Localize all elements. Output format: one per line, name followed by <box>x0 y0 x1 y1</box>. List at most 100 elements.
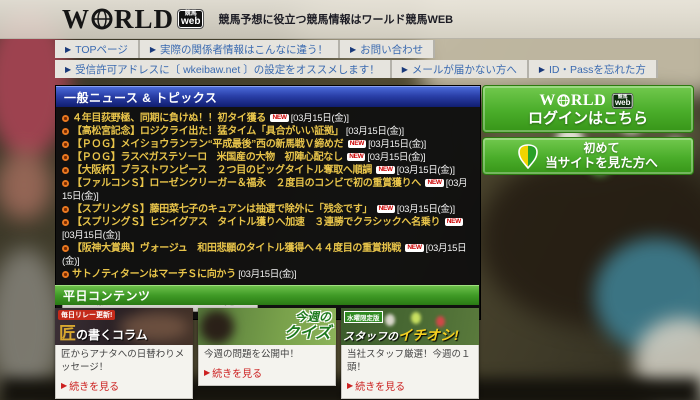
news-link[interactable]: 【ＰＯＧ】ラスベガステソーロ 米国産の大物 初陣心配なし <box>72 152 343 163</box>
keiba-web-badge: 競馬 web <box>177 9 204 29</box>
arrow-icon: ▶ <box>65 45 71 54</box>
weekday-cards: 毎日リレー更新! 匠の書くコラム 匠からアナタへの日替わりメッセージ！ ▶ 続き… <box>55 308 479 399</box>
card-body: 匠からアナタへの日替わりメッセージ！ ▶ 続きを見る <box>55 345 193 399</box>
arrow-icon: ▶ <box>150 45 156 54</box>
site-logo[interactable]: W RLD 競馬 web <box>62 6 204 33</box>
arrow-icon: ▶ <box>65 65 71 74</box>
weekday-section-header: 平日コンテンツ <box>55 285 479 305</box>
read-more-label: 続きを見る <box>355 378 405 393</box>
arrow-icon: ▶ <box>204 368 210 377</box>
bullet-icon <box>62 115 69 122</box>
nav-item-allow-address[interactable]: ▶ 受信許可アドレスに〔 wkeibaw.net 〕の設定をオススメします！ <box>55 60 392 78</box>
news-item: 【ＰＯＧ】ラスベガステソーロ 米国産の大物 初陣心配なし NEW[03月15日(… <box>62 151 473 164</box>
takumi-column-banner-image[interactable]: 毎日リレー更新! 匠の書くコラム <box>55 308 193 345</box>
news-panel-header: 一般ニュース & トピックス <box>56 86 480 107</box>
bullet-icon <box>62 180 69 187</box>
nav-label: メールが届かない方へ <box>412 62 517 77</box>
card-description: 今週の問題を公開中！ <box>204 349 330 362</box>
beginner-label: 初めて 当サイトを見た方へ <box>545 142 658 170</box>
card-body: 今週の問題を公開中！ ▶ 続きを見る <box>198 345 336 386</box>
nav-item-forgot-idpass[interactable]: ▶ ID・Passを忘れた方 <box>529 60 658 78</box>
page: W RLD 競馬 web 競馬予想に役立つ競馬情報はワールド競馬WEB ▶ TO… <box>0 0 700 400</box>
login-button[interactable]: W RLD 競馬 web ログインはこちら <box>482 85 694 133</box>
news-date: [03月15日(金)] <box>62 230 120 241</box>
bullet-icon <box>62 271 69 278</box>
bullet-icon <box>62 128 69 135</box>
globe-icon <box>91 8 113 30</box>
arrow-icon: ▶ <box>350 45 356 54</box>
arrow-icon: ▶ <box>347 381 353 390</box>
news-link[interactable]: 【スプリングＳ】ヒシイグアス タイトル獲りへ加速 ３連勝でクラシックへ名乗り <box>72 217 440 228</box>
keiba-web-badge: 競馬 web <box>612 93 634 109</box>
new-icon: NEW <box>405 244 423 252</box>
card-description: 当社スタッフ厳選！今週の１頭！ <box>347 349 473 375</box>
nav-item-mail-trouble[interactable]: ▶ メールが届かない方へ <box>392 60 529 78</box>
bullet-icon <box>62 219 69 226</box>
new-icon: NEW <box>425 179 443 187</box>
news-link[interactable]: 【大阪杯】ブラストワンピース ２つ目のビッグタイトル奪取へ順調 <box>72 165 372 176</box>
beginner-mark-icon <box>518 144 538 169</box>
news-date: [03月15日(金)] <box>368 139 426 150</box>
bullet-icon <box>62 245 69 252</box>
wednesday-only-badge: 水曜限定版 <box>344 311 383 323</box>
card-weekly-quiz[interactable]: 今週の クイズ 今週の問題を公開中！ ▶ 続きを見る <box>198 308 336 386</box>
globe-icon <box>557 94 570 107</box>
new-icon: NEW <box>347 153 365 161</box>
nav-primary: ▶ TOPページ ▶ 実際の関係者情報はこんなに違う！ ▶ お問い合わせ <box>55 40 435 58</box>
news-link[interactable]: 【阪神大賞典】ヴォージュ 和田悲願のタイトル獲得へ４４度目の重賞挑戦 <box>72 243 401 254</box>
news-date: [03月15日(金)] <box>291 113 349 124</box>
news-list: ４年目荻野極、同期に負けぬ！！初タイ獲る NEW[03月15日(金)] 【高松宮… <box>56 107 480 284</box>
staff-pick-banner-image[interactable]: 水曜限定版 スタッフのイチオシ! <box>341 308 479 345</box>
new-icon: NEW <box>348 140 366 148</box>
nav-label: 実際の関係者情報はこんなに違う！ <box>160 42 328 57</box>
nav-item-insider-info[interactable]: ▶ 実際の関係者情報はこんなに違う！ <box>140 40 340 58</box>
takumi-banner-title: 匠の書くコラム <box>59 319 148 344</box>
news-link[interactable]: ４年目荻野極、同期に負けぬ！！初タイ獲る <box>72 113 266 124</box>
read-more-link[interactable]: ▶ 続きを見る <box>61 378 187 393</box>
read-more-label: 続きを見る <box>212 365 262 380</box>
news-date: [03月15日(金)] <box>238 269 296 280</box>
new-icon: NEW <box>270 114 288 122</box>
logo-text-w: W <box>539 93 556 109</box>
news-link[interactable]: 【スプリングＳ】藤田菜七子のキュアンは抽選で除外に「残念です」 <box>72 204 372 215</box>
arrow-icon: ▶ <box>402 65 408 74</box>
quiz-banner-image[interactable]: 今週の クイズ <box>198 308 336 345</box>
read-more-link[interactable]: ▶ 続きを見る <box>347 378 473 393</box>
bullet-icon <box>62 141 69 148</box>
card-body: 当社スタッフ厳選！今週の１頭！ ▶ 続きを見る <box>341 345 479 399</box>
news-date: [03月15日(金)] <box>397 165 455 176</box>
bullet-icon <box>62 167 69 174</box>
read-more-label: 続きを見る <box>69 378 119 393</box>
logo-text-rld: RLD <box>571 93 606 109</box>
news-link[interactable]: 【高松宮記念】ロジクライ出た！猛タイム「具合がいい証拠」 <box>72 126 343 137</box>
news-date: [03月15日(金)] <box>367 152 425 163</box>
news-link[interactable]: サトノティターンはマーチＳに向かう <box>72 269 236 280</box>
news-link[interactable]: 【ＰＯＧ】メイショウランラン“平成最後”西の新馬戦Ｖ締めだ <box>72 139 343 150</box>
news-item: 【高松宮記念】ロジクライ出た！猛タイム「具合がいい証拠」 [03月15日(金)] <box>62 125 473 138</box>
news-date: [03月15日(金)] <box>397 204 455 215</box>
card-description: 匠からアナタへの日替わりメッセージ！ <box>61 349 187 375</box>
weekday-section-title: 平日コンテンツ <box>63 287 151 304</box>
news-item: 【スプリングＳ】藤田菜七子のキュアンは抽選で除外に「残念です」 NEW[03月1… <box>62 203 473 216</box>
news-link[interactable]: 【ファルコンＳ】ローゼンクリーガー＆福永 ２度目のコンビで初の重賞獲りへ <box>72 178 421 189</box>
news-item: サトノティターンはマーチＳに向かう [03月15日(金)] <box>62 268 473 281</box>
bullet-icon <box>62 154 69 161</box>
staff-pick-banner-title: スタッフのイチオシ! <box>343 325 459 345</box>
news-item: 【ファルコンＳ】ローゼンクリーガー＆福永 ２度目のコンビで初の重賞獲りへ NEW… <box>62 177 473 203</box>
new-icon: NEW <box>377 205 395 213</box>
arrow-icon: ▶ <box>539 65 545 74</box>
nav-label: お問い合わせ <box>360 42 423 57</box>
logo-text-rld: RLD <box>114 6 174 33</box>
news-item: 【ＰＯＧ】メイショウランラン“平成最後”西の新馬戦Ｖ締めだ NEW[03月15日… <box>62 138 473 151</box>
card-staff-pick[interactable]: 水曜限定版 スタッフのイチオシ! 当社スタッフ厳選！今週の１頭！ ▶ 続きを見る <box>341 308 479 399</box>
nav-item-contact[interactable]: ▶ お問い合わせ <box>340 40 435 58</box>
quiz-banner-title: 今週の クイズ <box>283 309 331 343</box>
nav-item-top-page[interactable]: ▶ TOPページ <box>55 40 140 58</box>
news-date: [03月15日(金)] <box>346 126 404 137</box>
beginner-guide-button[interactable]: 初めて 当サイトを見た方へ <box>482 137 694 175</box>
nav-label: ID・Passを忘れた方 <box>549 62 646 77</box>
read-more-link[interactable]: ▶ 続きを見る <box>204 365 330 380</box>
card-takumi-column[interactable]: 毎日リレー更新! 匠の書くコラム 匠からアナタへの日替わりメッセージ！ ▶ 続き… <box>55 308 193 399</box>
news-item: 【スプリングＳ】ヒシイグアス タイトル獲りへ加速 ３連勝でクラシックへ名乗り N… <box>62 216 473 242</box>
login-logo: W RLD 競馬 web <box>539 91 636 111</box>
